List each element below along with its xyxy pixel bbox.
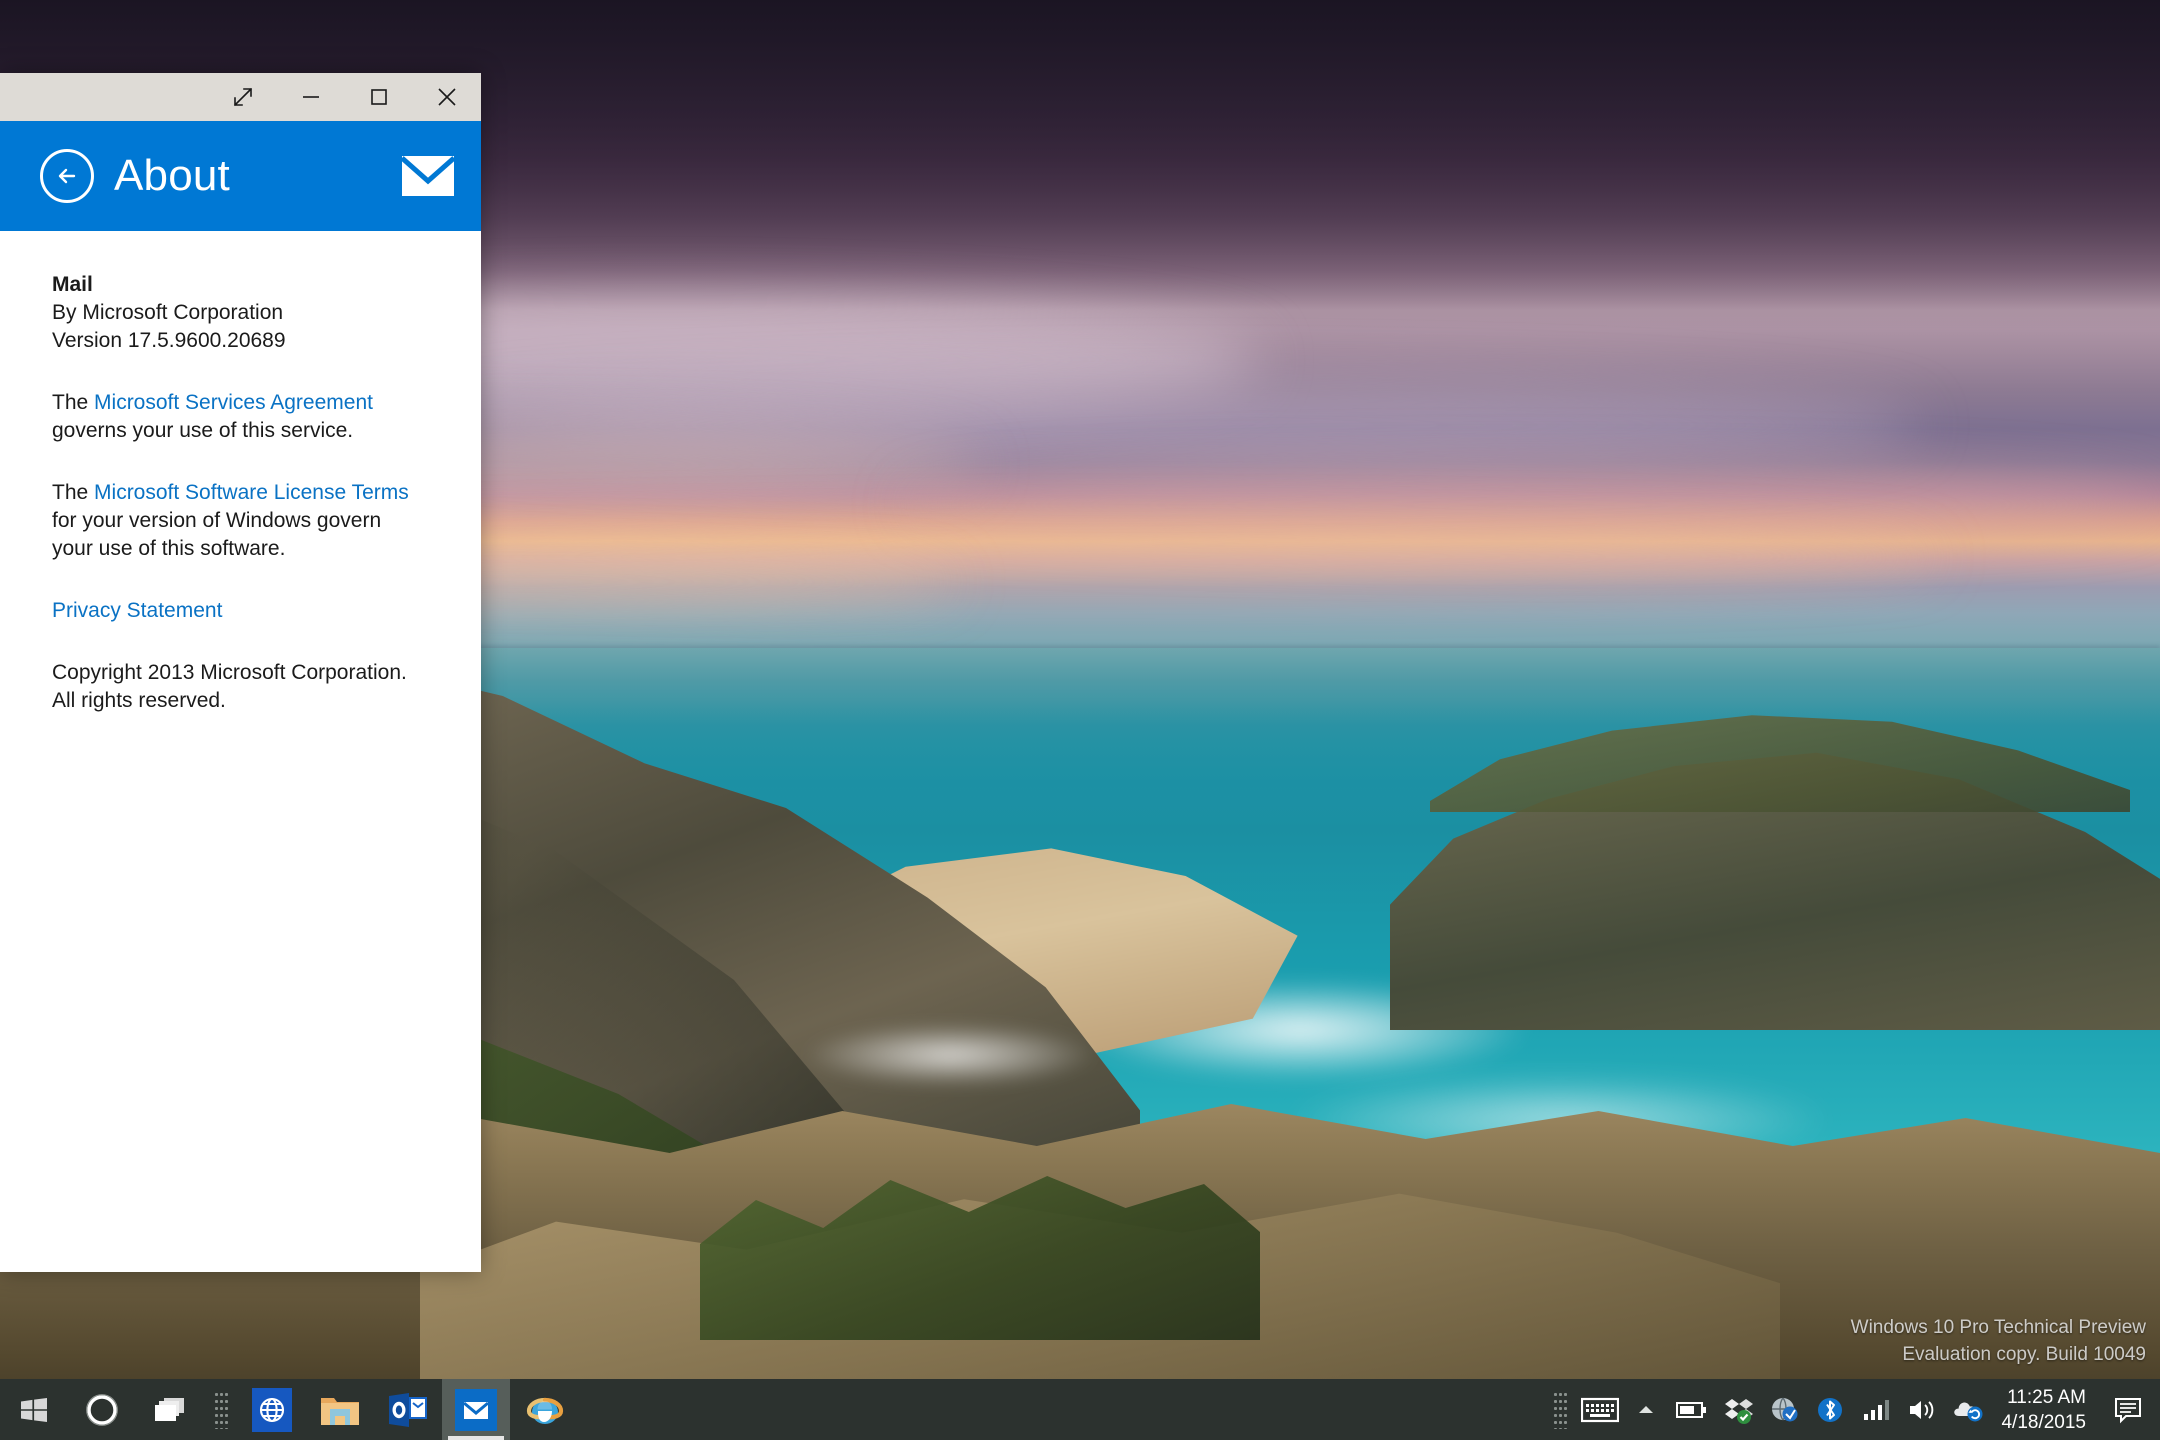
services-agreement-paragraph: The Microsoft Services Agreement <box>52 389 441 417</box>
close-button[interactable] <box>413 73 481 121</box>
bluetooth-icon[interactable] <box>1807 1395 1853 1425</box>
taskbar-spacer <box>578 1379 1543 1440</box>
license-line-3: your use of this software. <box>52 537 286 560</box>
task-view-button[interactable] <box>136 1379 204 1440</box>
privacy-statement-link[interactable]: Privacy Statement <box>52 599 222 622</box>
action-center-icon <box>2115 1397 2141 1423</box>
app-header-bar: About <box>0 121 481 231</box>
keyboard-icon <box>1581 1397 1620 1422</box>
folder-icon <box>321 1397 359 1425</box>
back-arrow-icon <box>58 168 76 184</box>
mail-envelope-icon <box>455 1388 497 1431</box>
clock-time: 11:25 AM <box>2007 1386 2086 1408</box>
watermark-line-2: Evaluation copy. Build 10049 <box>1902 1344 2146 1365</box>
taskbar[interactable]: 11:25 AM 4/18/2015 <box>0 1379 2160 1440</box>
app-publisher: By Microsoft Corporation <box>52 301 284 324</box>
app-version: Version 17.5.9600.20689 <box>52 329 286 352</box>
cortana-circle-icon <box>86 1393 118 1426</box>
chevron-up-icon <box>1639 1405 1654 1413</box>
services-suffix-text: governs your use of this service. <box>52 419 354 442</box>
license-terms-paragraph: The Microsoft Software License Terms <box>52 479 441 507</box>
onedrive-icon[interactable] <box>1945 1397 1991 1423</box>
speaker-icon <box>1910 1400 1934 1419</box>
windows-logo-icon <box>21 1397 47 1422</box>
taskbar-buttons <box>0 1379 578 1440</box>
taskbar-separator <box>204 1379 238 1440</box>
windows-evaluation-watermark: Windows 10 Pro Technical Preview Evaluat… <box>1851 1314 2146 1368</box>
network-icon[interactable] <box>1761 1395 1807 1425</box>
task-view-icon <box>155 1397 184 1421</box>
license-prefix-text: The <box>52 481 95 504</box>
volume-icon[interactable] <box>1899 1397 1945 1423</box>
internet-explorer-button[interactable] <box>510 1379 578 1440</box>
copyright-line-2: All rights reserved. <box>52 689 226 712</box>
license-line-2: for your version of Windows govern <box>52 509 382 532</box>
page-title: About <box>114 151 230 200</box>
clock[interactable]: 11:25 AM 4/18/2015 <box>1991 1385 2102 1435</box>
back-button[interactable] <box>40 149 94 203</box>
dropbox-icon[interactable] <box>1715 1395 1761 1425</box>
signal-bars-icon <box>1864 1399 1890 1420</box>
app-name: Mail <box>52 273 93 296</box>
battery-icon <box>1676 1401 1707 1418</box>
network-globe-icon <box>1772 1397 1798 1421</box>
show-hidden-icons-button[interactable] <box>1623 1402 1669 1418</box>
mail-envelope-icon <box>400 155 456 197</box>
wallpaper-sea-foam <box>740 1010 1160 1100</box>
restore-button[interactable] <box>209 73 277 121</box>
action-center-button[interactable] <box>2102 1395 2154 1425</box>
maximize-button[interactable] <box>345 73 413 121</box>
battery-icon[interactable] <box>1669 1400 1715 1420</box>
minimize-button[interactable] <box>277 73 345 121</box>
cortana-button[interactable] <box>68 1379 136 1440</box>
microsoft-software-license-terms-link[interactable]: Microsoft Software License Terms <box>94 481 409 504</box>
mail-button[interactable] <box>442 1379 510 1440</box>
tray-separator <box>1543 1390 1577 1429</box>
window-titlebar[interactable] <box>0 73 481 121</box>
system-tray: 11:25 AM 4/18/2015 <box>1543 1379 2160 1440</box>
store-button[interactable] <box>238 1379 306 1440</box>
watermark-line-1: Windows 10 Pro Technical Preview <box>1850 1317 2146 1338</box>
clock-date: 4/18/2015 <box>2001 1411 2086 1433</box>
touch-keyboard-button[interactable] <box>1577 1397 1623 1423</box>
signal-icon[interactable] <box>1853 1398 1899 1422</box>
copyright-line-1: Copyright 2013 Microsoft Corporation. <box>52 661 407 684</box>
microsoft-services-agreement-link[interactable]: Microsoft Services Agreement <box>94 391 373 414</box>
outlook-button[interactable] <box>374 1379 442 1440</box>
globe-tile-icon <box>252 1387 292 1432</box>
start-button[interactable] <box>0 1379 68 1440</box>
file-explorer-button[interactable] <box>306 1379 374 1440</box>
about-content: Mail By Microsoft Corporation Version 17… <box>0 231 481 1272</box>
outlook-icon <box>389 1392 427 1427</box>
services-prefix-text: The <box>52 391 95 414</box>
internet-explorer-icon <box>526 1397 564 1424</box>
onedrive-sync-icon <box>1954 1402 1983 1421</box>
mail-about-window[interactable]: About Mail By Microsoft Corporation Vers… <box>0 73 481 1272</box>
